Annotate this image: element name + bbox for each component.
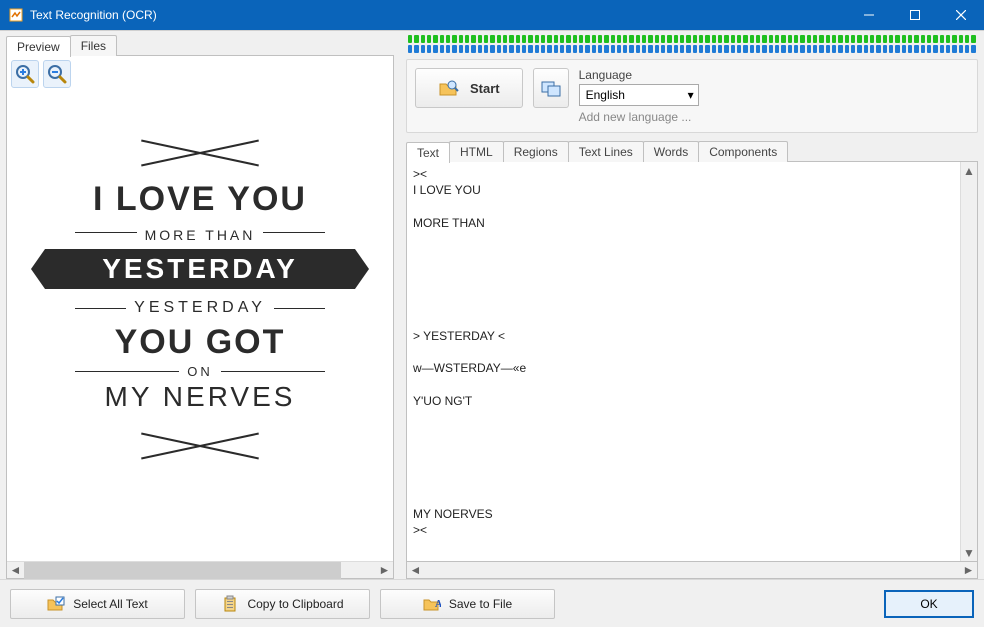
preview-image-area[interactable]: I LOVE YOU MORE THAN YESTERDAY YESTERDAY… bbox=[7, 92, 393, 561]
scroll-thumb[interactable] bbox=[24, 562, 341, 579]
close-button[interactable] bbox=[938, 0, 984, 30]
divider: YESTERDAY bbox=[75, 295, 325, 321]
result-vscrollbar[interactable]: ▲ ▼ bbox=[960, 162, 977, 561]
add-language-link[interactable]: Add new language ... bbox=[579, 110, 699, 124]
save-label: Save to File bbox=[449, 597, 512, 611]
clipboard-icon bbox=[221, 595, 239, 613]
scroll-left-icon[interactable]: ◄ bbox=[7, 562, 24, 579]
result-hscrollbar[interactable]: ◄ ► bbox=[406, 562, 978, 579]
main-area: Preview Files bbox=[0, 30, 984, 579]
progress-bar-2 bbox=[406, 45, 978, 53]
select-all-label: Select All Text bbox=[73, 597, 147, 611]
preview-image: I LOVE YOU MORE THAN YESTERDAY YESTERDAY… bbox=[15, 132, 385, 465]
language-label: Language bbox=[579, 68, 699, 82]
preview-panel: I LOVE YOU MORE THAN YESTERDAY YESTERDAY… bbox=[6, 55, 394, 579]
language-value: English bbox=[586, 88, 625, 102]
tab-files[interactable]: Files bbox=[70, 35, 117, 56]
folder-check-icon bbox=[47, 595, 65, 613]
scroll-right-icon[interactable]: ► bbox=[960, 562, 977, 578]
tab-html[interactable]: HTML bbox=[449, 141, 504, 162]
language-block: Language English ▾ Add new language ... bbox=[579, 68, 699, 124]
maximize-button[interactable] bbox=[892, 0, 938, 30]
app-icon bbox=[8, 7, 24, 23]
img-line-1: I LOVE YOU bbox=[15, 180, 385, 219]
tab-text[interactable]: Text bbox=[406, 142, 450, 163]
titlebar: Text Recognition (OCR) bbox=[0, 0, 984, 30]
footer: Select All Text Copy to Clipboard A Save… bbox=[0, 579, 984, 627]
img-line-nerves: MY NERVES bbox=[15, 381, 385, 413]
folder-a-icon: A bbox=[423, 595, 441, 613]
tab-regions[interactable]: Regions bbox=[503, 141, 569, 162]
img-line-yougot: YOU GOT bbox=[15, 323, 385, 362]
language-select[interactable]: English ▾ bbox=[579, 84, 699, 106]
ocr-text-output[interactable]: >< I LOVE YOU MORE THAN > YESTERDAY < w—… bbox=[407, 162, 960, 561]
control-row: Start Language English ▾ Add new languag… bbox=[406, 59, 978, 133]
tab-components[interactable]: Components bbox=[698, 141, 788, 162]
start-label: Start bbox=[470, 81, 500, 96]
result-panel: >< I LOVE YOU MORE THAN > YESTERDAY < w—… bbox=[406, 161, 978, 562]
start-button[interactable]: Start bbox=[415, 68, 523, 108]
preview-hscrollbar[interactable]: ◄ ► bbox=[7, 561, 393, 578]
scroll-left-icon[interactable]: ◄ bbox=[407, 562, 424, 578]
tab-preview[interactable]: Preview bbox=[6, 36, 71, 57]
tab-textlines[interactable]: Text Lines bbox=[568, 141, 644, 162]
right-pane: Start Language English ▾ Add new languag… bbox=[400, 31, 984, 579]
window-title: Text Recognition (OCR) bbox=[30, 8, 157, 22]
scroll-right-icon[interactable]: ► bbox=[376, 562, 393, 579]
window-icon bbox=[541, 78, 561, 98]
minimize-button[interactable] bbox=[846, 0, 892, 30]
save-to-file-button[interactable]: A Save to File bbox=[380, 589, 555, 619]
zoom-in-button[interactable] bbox=[11, 60, 39, 88]
arrows-top-icon bbox=[140, 132, 260, 172]
tab-words[interactable]: Words bbox=[643, 141, 699, 162]
img-banner: YESTERDAY bbox=[45, 249, 355, 289]
copy-label: Copy to Clipboard bbox=[247, 597, 343, 611]
folder-search-icon bbox=[438, 77, 460, 99]
progress-bar-1 bbox=[406, 35, 978, 43]
left-pane: Preview Files bbox=[0, 31, 400, 579]
select-all-text-button[interactable]: Select All Text bbox=[10, 589, 185, 619]
scroll-up-icon[interactable]: ▲ bbox=[961, 162, 977, 179]
divider: MORE THAN bbox=[75, 221, 325, 243]
copy-to-clipboard-button[interactable]: Copy to Clipboard bbox=[195, 589, 370, 619]
divider: ON bbox=[75, 364, 325, 379]
window-layout-button[interactable] bbox=[533, 68, 569, 108]
scroll-down-icon[interactable]: ▼ bbox=[961, 544, 977, 561]
arrows-bottom-icon bbox=[140, 425, 260, 465]
zoom-out-button[interactable] bbox=[43, 60, 71, 88]
ok-button[interactable]: OK bbox=[884, 590, 974, 618]
preview-toolbar bbox=[7, 56, 393, 92]
left-tabs: Preview Files bbox=[6, 35, 394, 56]
result-tabs: Text HTML Regions Text Lines Words Compo… bbox=[406, 141, 978, 162]
chevron-down-icon: ▾ bbox=[688, 88, 694, 102]
svg-text:A: A bbox=[435, 599, 441, 610]
